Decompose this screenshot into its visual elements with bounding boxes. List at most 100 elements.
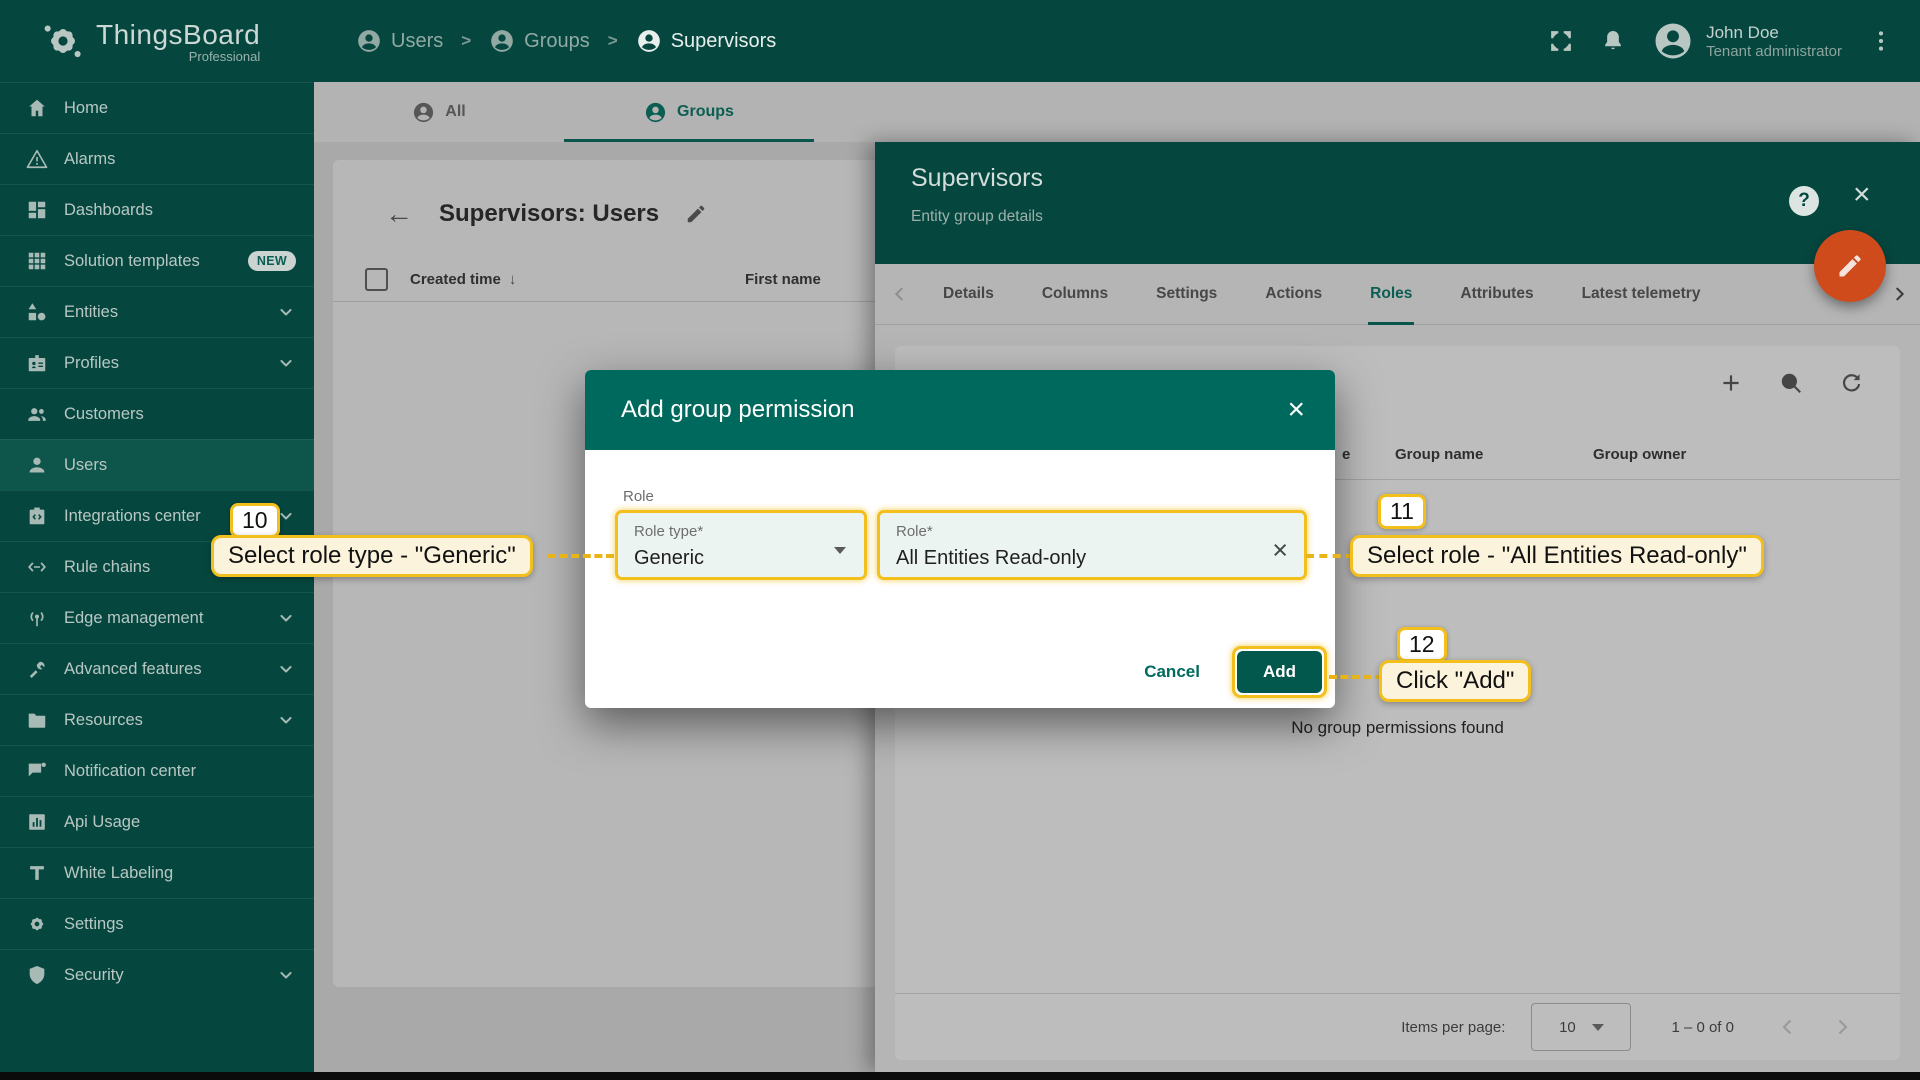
fullscreen-icon[interactable] — [1548, 28, 1574, 54]
grid-icon — [26, 250, 48, 272]
kebab-menu-icon[interactable] — [1868, 28, 1894, 54]
sidebar-item-dashboards[interactable]: Dashboards — [0, 184, 314, 235]
panel-subtitle: Entity group details — [911, 208, 1043, 226]
user-role: Tenant administrator — [1706, 43, 1842, 60]
close-icon[interactable]: × — [1287, 393, 1305, 427]
tab-latest-telemetry[interactable]: Latest telemetry — [1558, 264, 1725, 325]
close-icon[interactable]: × — [1853, 178, 1871, 212]
profiles-icon — [26, 352, 48, 374]
tab-all[interactable]: All — [314, 82, 564, 142]
sidebar-item-resources[interactable]: Resources — [0, 694, 314, 745]
panel-header: Supervisors Entity group details ? × — [875, 142, 1920, 264]
refresh-icon[interactable] — [1838, 370, 1864, 396]
thingsboard-gear-icon — [40, 18, 86, 64]
breadcrumb: Users > Groups > Supervisors — [314, 28, 776, 54]
empty-table-message: No group permissions found — [895, 718, 1900, 738]
add-button-highlight: Add — [1232, 646, 1327, 698]
sidebar-item-profiles[interactable]: Profiles — [0, 337, 314, 388]
sidebar-item-api-usage[interactable]: Api Usage — [0, 796, 314, 847]
breadcrumb-separator: > — [608, 31, 618, 51]
callout-11-connector — [1306, 554, 1354, 558]
entity-view-tabs: All Groups — [314, 82, 1920, 142]
chevron-down-icon — [276, 302, 296, 322]
role-type-select[interactable]: Role type* Generic — [615, 510, 867, 580]
notifications-bell-icon[interactable] — [1600, 28, 1626, 54]
add-group-permission-dialog: Add group permission × Role Role type* G… — [585, 370, 1335, 708]
page-range: 1 – 0 of 0 — [1671, 1019, 1734, 1036]
chevron-down-icon — [276, 710, 296, 730]
callout-12-label: Click "Add" — [1379, 660, 1531, 702]
tab-actions[interactable]: Actions — [1241, 264, 1346, 325]
sidebar-item-users[interactable]: Users — [0, 439, 314, 490]
help-icon[interactable]: ? — [1789, 186, 1819, 216]
brand-logo[interactable]: ThingsBoard Professional — [0, 0, 314, 82]
integrations-icon — [26, 505, 48, 527]
user-icon — [26, 454, 48, 476]
customers-icon — [26, 403, 48, 425]
sort-desc-icon: ↓ — [509, 271, 517, 288]
callout-11-number: 11 — [1378, 494, 1426, 529]
column-created-time[interactable]: Created time↓ — [410, 271, 516, 288]
role-section-label: Role — [623, 488, 654, 505]
column-first-name[interactable]: First name — [745, 271, 821, 288]
app: ThingsBoard Professional Home Alarms Das… — [0, 0, 1920, 1080]
edit-fab-button[interactable] — [1814, 230, 1886, 302]
add-button[interactable]: Add — [1237, 651, 1322, 693]
table-toolbar — [1718, 370, 1864, 396]
sidebar-item-advanced-features[interactable]: Advanced features — [0, 643, 314, 694]
new-badge: NEW — [248, 251, 296, 271]
sidebar-item-solution-templates[interactable]: Solution templates NEW — [0, 235, 314, 286]
tab-attributes[interactable]: Attributes — [1436, 264, 1557, 325]
alarm-icon — [26, 148, 48, 170]
breadcrumb-groups[interactable]: Groups — [489, 28, 590, 54]
chevron-down-icon — [834, 547, 846, 554]
dialog-header: Add group permission × — [585, 370, 1335, 450]
column-group-owner[interactable]: Group owner — [1593, 446, 1686, 463]
account-circle-icon — [644, 101, 667, 124]
tab-columns[interactable]: Columns — [1018, 264, 1132, 325]
sidebar-item-notification-center[interactable]: Notification center — [0, 745, 314, 796]
pencil-icon — [1836, 252, 1864, 280]
clear-icon[interactable]: × — [1272, 535, 1288, 566]
sidebar-item-home[interactable]: Home — [0, 82, 314, 133]
tab-details[interactable]: Details — [919, 264, 1018, 325]
back-arrow-icon[interactable]: ← — [385, 198, 413, 230]
rule-chains-icon — [26, 556, 48, 578]
folder-icon — [26, 709, 48, 731]
add-icon[interactable] — [1718, 370, 1744, 396]
tab-roles[interactable]: Roles — [1346, 264, 1436, 325]
panel-title: Supervisors — [911, 164, 1043, 193]
sidebar-item-white-labeling[interactable]: White Labeling — [0, 847, 314, 898]
sidebar-item-customers[interactable]: Customers — [0, 388, 314, 439]
next-page-icon[interactable] — [1830, 1015, 1854, 1039]
gear-icon — [26, 913, 48, 935]
tab-settings[interactable]: Settings — [1132, 264, 1241, 325]
callout-10-connector — [548, 554, 614, 558]
role-autocomplete-field[interactable]: Role* All Entities Read-only × — [877, 510, 1307, 580]
shield-icon — [26, 964, 48, 986]
chevron-down-icon — [276, 659, 296, 679]
column-group-name[interactable]: Group name — [1395, 446, 1483, 463]
search-icon[interactable] — [1778, 370, 1804, 396]
items-per-page-label: Items per page: — [1401, 1019, 1505, 1036]
sidebar-item-edge-management[interactable]: Edge management — [0, 592, 314, 643]
user-menu[interactable]: John Doe Tenant administrator — [1652, 20, 1842, 62]
user-name: John Doe — [1706, 22, 1842, 43]
dashboards-icon — [26, 199, 48, 221]
sidebar-item-settings[interactable]: Settings — [0, 898, 314, 949]
avatar — [1652, 20, 1694, 62]
tab-groups[interactable]: Groups — [564, 82, 814, 142]
page-size-select[interactable]: 10 — [1531, 1003, 1631, 1051]
breadcrumb-users[interactable]: Users — [356, 28, 443, 54]
sidebar-item-security[interactable]: Security — [0, 949, 314, 1000]
sidebar-item-entities[interactable]: Entities — [0, 286, 314, 337]
select-all-checkbox[interactable] — [365, 268, 388, 291]
previous-page-icon[interactable] — [1776, 1015, 1800, 1039]
cancel-button[interactable]: Cancel — [1134, 654, 1210, 690]
edit-pencil-icon[interactable] — [685, 203, 707, 225]
entities-icon — [26, 301, 48, 323]
tabs-scroll-right-icon[interactable] — [1888, 283, 1920, 305]
tabs-scroll-left-icon[interactable] — [875, 283, 919, 305]
sidebar-item-alarms[interactable]: Alarms — [0, 133, 314, 184]
chevron-down-icon — [276, 353, 296, 373]
